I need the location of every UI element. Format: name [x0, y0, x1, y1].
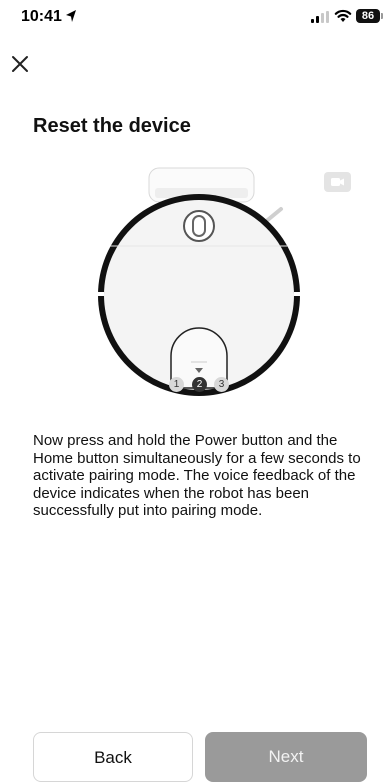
cellular-signal-icon — [311, 11, 329, 23]
battery-indicator: 86 — [356, 9, 380, 23]
camera-button[interactable] — [324, 172, 351, 192]
page-title: Reset the device — [33, 115, 191, 137]
back-button[interactable]: Back — [33, 732, 193, 782]
next-button[interactable]: Next — [205, 732, 367, 782]
status-time: 10:41 — [21, 8, 62, 25]
video-camera-icon — [331, 178, 344, 186]
step-indicator-1: 1 — [169, 377, 184, 392]
location-arrow-icon — [66, 10, 76, 22]
status-bar: 10:41 86 — [0, 0, 383, 34]
step-indicator-3: 3 — [214, 377, 229, 392]
step-indicator-2: 2 — [192, 377, 207, 392]
instructions-text: Now press and hold the Power button and … — [33, 432, 361, 519]
close-button[interactable] — [8, 52, 32, 76]
robot-vacuum-illustration — [97, 167, 301, 396]
close-icon — [12, 56, 28, 72]
wifi-icon — [334, 9, 352, 22]
